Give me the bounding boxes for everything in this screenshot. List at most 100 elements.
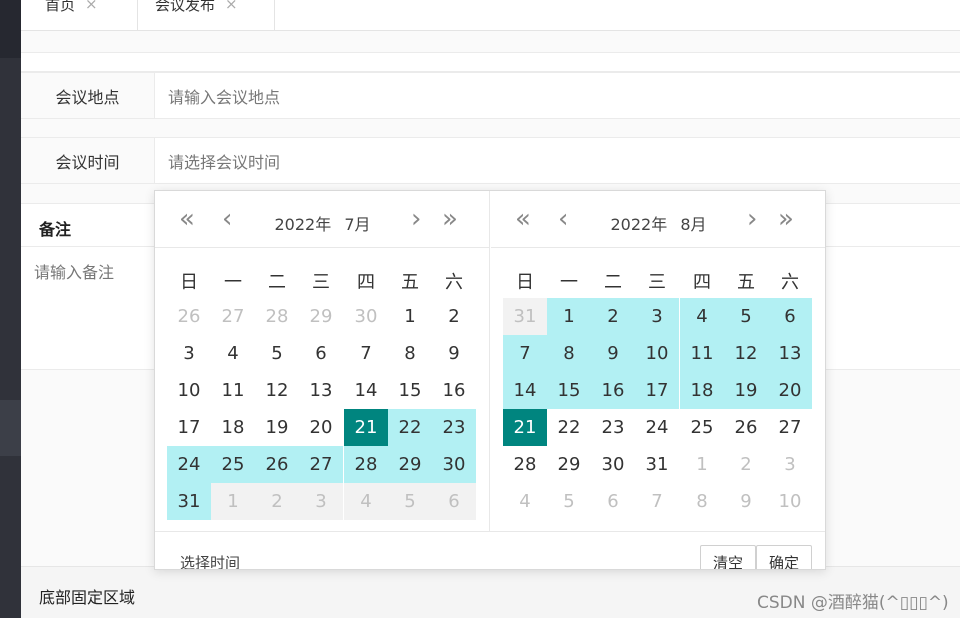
calendar-day[interactable]: 28 bbox=[503, 446, 547, 483]
calendar-day[interactable]: 9 bbox=[724, 483, 768, 520]
calendar-day[interactable]: 12 bbox=[255, 372, 299, 409]
calendar-day[interactable]: 19 bbox=[255, 409, 299, 446]
calendar-day[interactable]: 13 bbox=[768, 335, 812, 372]
calendar-day[interactable]: 27 bbox=[211, 298, 255, 335]
location-input[interactable]: 请输入会议地点 bbox=[168, 73, 948, 118]
calendar-day[interactable]: 3 bbox=[167, 335, 211, 372]
calendar-day[interactable]: 8 bbox=[547, 335, 591, 372]
calendar-day[interactable]: 2 bbox=[591, 298, 635, 335]
calendar-day[interactable]: 1 bbox=[388, 298, 432, 335]
calendar-day[interactable]: 24 bbox=[635, 409, 679, 446]
calendar-day[interactable]: 7 bbox=[503, 335, 547, 372]
calendar-day[interactable]: 22 bbox=[547, 409, 591, 446]
calendar-day[interactable]: 4 bbox=[211, 335, 255, 372]
chevron-right-icon[interactable]: › bbox=[411, 206, 421, 232]
calendar-day[interactable]: 20 bbox=[299, 409, 343, 446]
calendar-day[interactable]: 2 bbox=[255, 483, 299, 520]
calendar-day[interactable]: 10 bbox=[768, 483, 812, 520]
calendar-day[interactable]: 18 bbox=[211, 409, 255, 446]
calendar-day[interactable]: 6 bbox=[432, 483, 476, 520]
calendar-day[interactable]: 21 bbox=[503, 409, 547, 446]
calendar-day[interactable]: 9 bbox=[432, 335, 476, 372]
calendar-day[interactable]: 25 bbox=[680, 409, 724, 446]
calendar-day[interactable]: 16 bbox=[432, 372, 476, 409]
calendar-day[interactable]: 23 bbox=[591, 409, 635, 446]
calendar-day[interactable]: 3 bbox=[768, 446, 812, 483]
calendar-day[interactable]: 30 bbox=[432, 446, 476, 483]
year-label[interactable]: 2022年 bbox=[274, 215, 331, 234]
calendar-day[interactable]: 18 bbox=[680, 372, 724, 409]
calendar-day[interactable]: 21 bbox=[344, 409, 388, 446]
calendar-day[interactable]: 28 bbox=[255, 298, 299, 335]
calendar-day[interactable]: 5 bbox=[255, 335, 299, 372]
double-chevron-right-icon[interactable]: » bbox=[442, 206, 458, 232]
calendar-day[interactable]: 30 bbox=[591, 446, 635, 483]
calendar-day[interactable]: 4 bbox=[680, 298, 724, 335]
calendar-day[interactable]: 23 bbox=[432, 409, 476, 446]
calendar-day[interactable]: 27 bbox=[768, 409, 812, 446]
month-label[interactable]: 7月 bbox=[344, 215, 370, 234]
chevron-right-icon[interactable]: › bbox=[747, 206, 757, 232]
double-chevron-right-icon[interactable]: » bbox=[778, 206, 794, 232]
calendar-day[interactable]: 3 bbox=[299, 483, 343, 520]
calendar-day[interactable]: 19 bbox=[724, 372, 768, 409]
confirm-button[interactable]: 确定 bbox=[756, 545, 813, 569]
calendar-day[interactable]: 11 bbox=[680, 335, 724, 372]
calendar-day[interactable]: 6 bbox=[299, 335, 343, 372]
calendar-day[interactable]: 14 bbox=[344, 372, 388, 409]
tab-home[interactable]: 首页 × bbox=[45, 0, 98, 31]
calendar-day[interactable]: 5 bbox=[388, 483, 432, 520]
calendar-day[interactable]: 20 bbox=[768, 372, 812, 409]
calendar-day[interactable]: 22 bbox=[388, 409, 432, 446]
calendar-day[interactable]: 31 bbox=[635, 446, 679, 483]
calendar-day[interactable]: 1 bbox=[211, 483, 255, 520]
calendar-day[interactable]: 27 bbox=[299, 446, 343, 483]
calendar-day[interactable]: 29 bbox=[547, 446, 591, 483]
calendar-day[interactable]: 3 bbox=[635, 298, 679, 335]
calendar-day[interactable]: 9 bbox=[591, 335, 635, 372]
close-icon[interactable]: × bbox=[85, 0, 98, 13]
calendar-day[interactable]: 1 bbox=[680, 446, 724, 483]
calendar-day[interactable]: 17 bbox=[635, 372, 679, 409]
calendar-day[interactable]: 14 bbox=[503, 372, 547, 409]
calendar-day[interactable]: 10 bbox=[167, 372, 211, 409]
calendar-day[interactable]: 12 bbox=[724, 335, 768, 372]
calendar-day[interactable]: 28 bbox=[344, 446, 388, 483]
calendar-day[interactable]: 29 bbox=[388, 446, 432, 483]
calendar-day[interactable]: 5 bbox=[724, 298, 768, 335]
sidebar-active-segment[interactable] bbox=[0, 400, 21, 456]
calendar-day[interactable]: 5 bbox=[547, 483, 591, 520]
calendar-day[interactable]: 16 bbox=[591, 372, 635, 409]
month-label[interactable]: 8月 bbox=[680, 215, 706, 234]
calendar-day[interactable]: 6 bbox=[591, 483, 635, 520]
calendar-day[interactable]: 15 bbox=[388, 372, 432, 409]
calendar-day[interactable]: 2 bbox=[432, 298, 476, 335]
calendar-day[interactable]: 29 bbox=[299, 298, 343, 335]
calendar-day[interactable]: 4 bbox=[344, 483, 388, 520]
tab-meeting-publish[interactable]: 会议发布 × bbox=[155, 0, 238, 31]
calendar-day[interactable]: 31 bbox=[503, 298, 547, 335]
calendar-day[interactable]: 26 bbox=[167, 298, 211, 335]
calendar-day[interactable]: 6 bbox=[768, 298, 812, 335]
year-label[interactable]: 2022年 bbox=[610, 215, 667, 234]
select-time-link[interactable]: 选择时间 bbox=[180, 552, 240, 569]
calendar-day[interactable]: 11 bbox=[211, 372, 255, 409]
calendar-day[interactable]: 4 bbox=[503, 483, 547, 520]
calendar-day[interactable]: 2 bbox=[724, 446, 768, 483]
calendar-day[interactable]: 8 bbox=[388, 335, 432, 372]
calendar-day[interactable]: 30 bbox=[344, 298, 388, 335]
calendar-day[interactable]: 13 bbox=[299, 372, 343, 409]
calendar-day[interactable]: 26 bbox=[724, 409, 768, 446]
time-input[interactable]: 请选择会议时间 bbox=[168, 138, 948, 183]
calendar-day[interactable]: 17 bbox=[167, 409, 211, 446]
calendar-day[interactable]: 15 bbox=[547, 372, 591, 409]
calendar-day[interactable]: 7 bbox=[344, 335, 388, 372]
calendar-day[interactable]: 24 bbox=[167, 446, 211, 483]
calendar-day[interactable]: 1 bbox=[547, 298, 591, 335]
calendar-day[interactable]: 7 bbox=[635, 483, 679, 520]
calendar-day[interactable]: 10 bbox=[635, 335, 679, 372]
calendar-day[interactable]: 26 bbox=[255, 446, 299, 483]
calendar-day[interactable]: 8 bbox=[680, 483, 724, 520]
clear-button[interactable]: 清空 bbox=[700, 545, 757, 569]
calendar-day[interactable]: 25 bbox=[211, 446, 255, 483]
